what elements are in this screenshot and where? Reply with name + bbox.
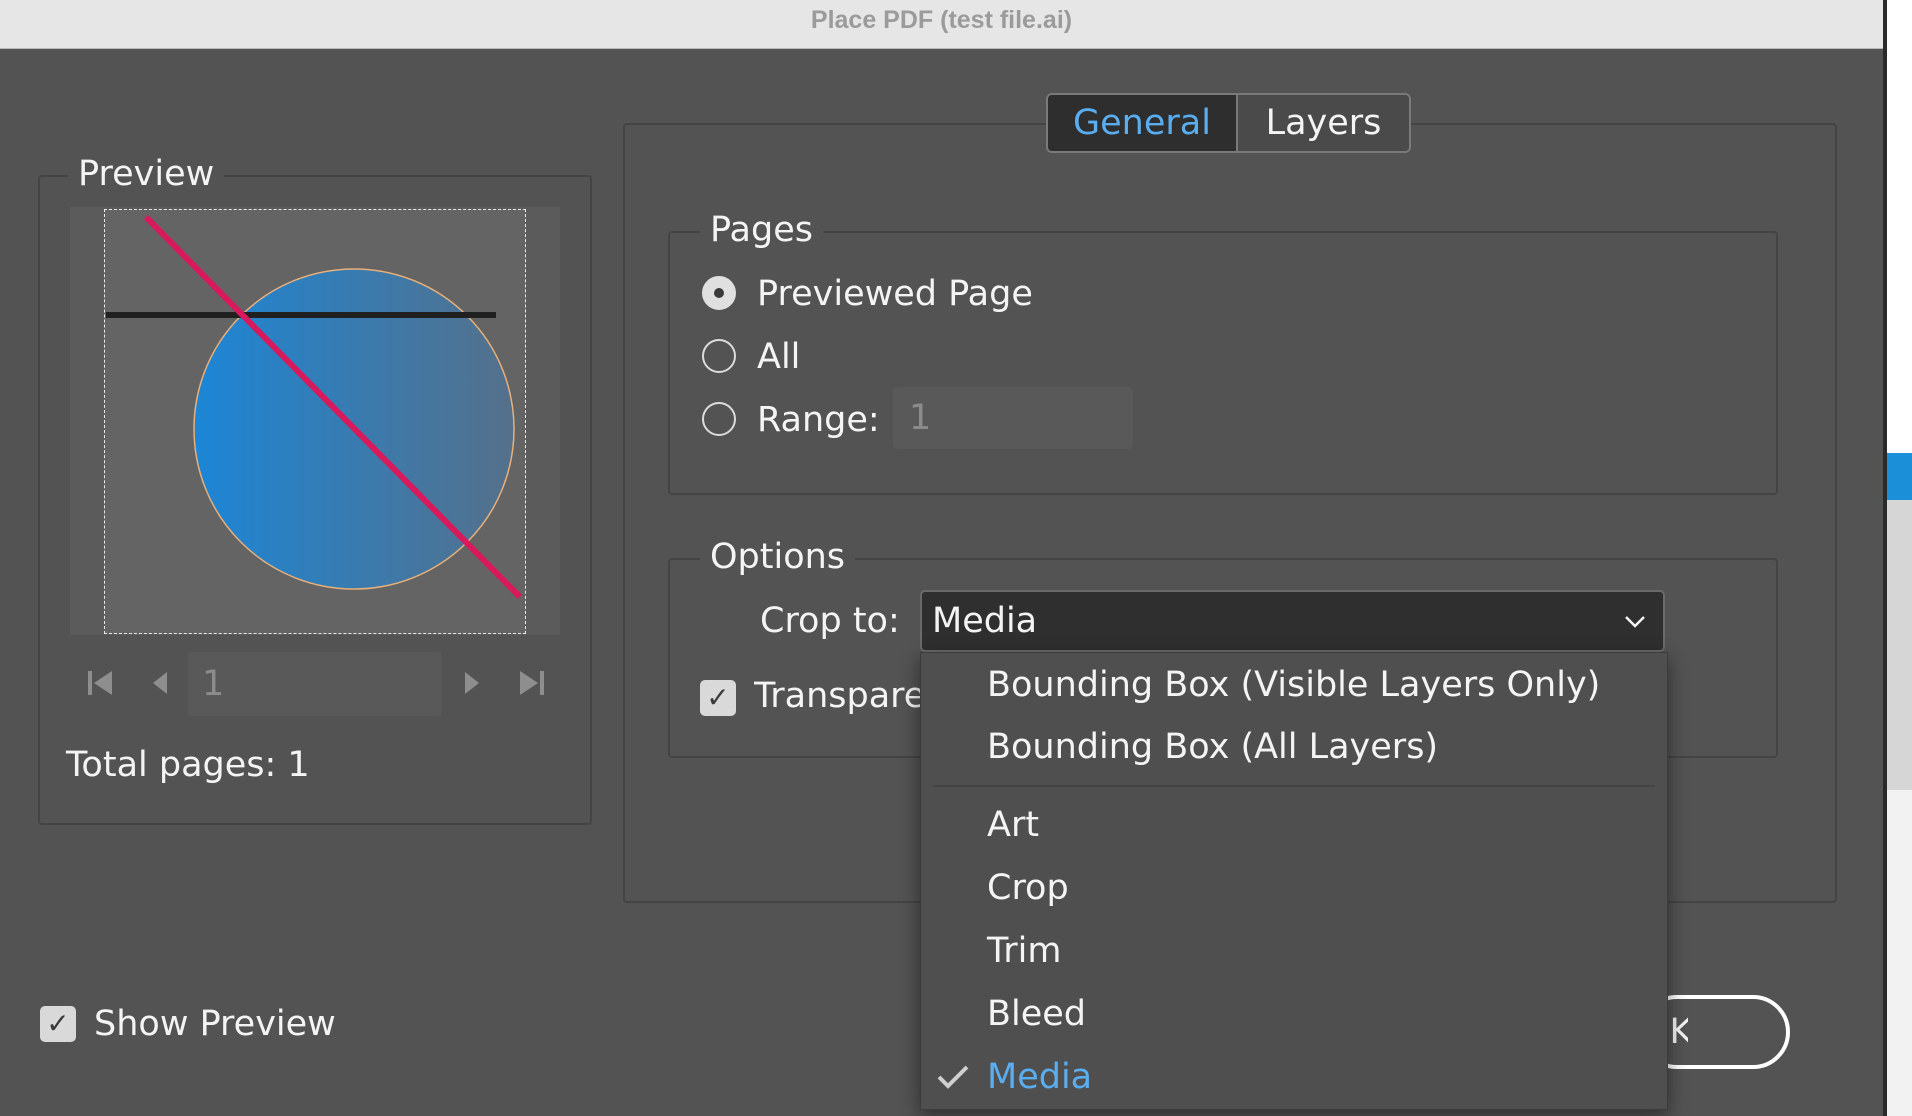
pages-group-label: Pages xyxy=(700,210,823,250)
menu-item-crop[interactable]: Crop xyxy=(987,866,1069,910)
transparent-background-checkbox[interactable]: ✓ xyxy=(700,680,736,716)
background-window-panel xyxy=(1887,500,1912,790)
menu-item-bounding-box-all[interactable]: Bounding Box (All Layers) xyxy=(987,725,1438,769)
window-title: Place PDF (test file.ai) xyxy=(810,6,1073,34)
radio-range-label: Range: xyxy=(757,400,880,440)
first-page-icon[interactable] xyxy=(86,668,114,705)
background-window-panel xyxy=(1887,790,1912,1116)
background-window-panel xyxy=(1887,0,1912,453)
menu-separator xyxy=(933,785,1655,787)
transparent-background-label-clip: Transparent Background xyxy=(754,676,920,722)
last-page-icon[interactable] xyxy=(518,668,546,705)
transparent-background-label: Transparent Background xyxy=(754,676,920,716)
total-pages-label: Total pages: 1 xyxy=(66,745,310,785)
ok-button-label: OK xyxy=(1668,1012,1688,1052)
menu-item-bounding-box-visible[interactable]: Bounding Box (Visible Layers Only) xyxy=(987,663,1600,707)
menu-item-media[interactable]: Media xyxy=(987,1055,1092,1099)
radio-previewed-page-label: Previewed Page xyxy=(757,274,1033,314)
page-number-field[interactable]: 1 xyxy=(188,652,442,716)
range-input[interactable]: 1 xyxy=(893,387,1133,449)
next-page-icon[interactable] xyxy=(462,668,482,705)
show-preview-label: Show Preview xyxy=(94,1004,336,1044)
menu-item-bleed[interactable]: Bleed xyxy=(987,992,1086,1036)
tab-layers[interactable]: Layers xyxy=(1238,95,1409,151)
crop-to-label: Crop to: xyxy=(760,601,900,641)
radio-all[interactable] xyxy=(702,339,736,373)
preview-artwork xyxy=(106,214,523,600)
show-preview-checkbox[interactable]: ✓ xyxy=(40,1006,76,1042)
radio-range[interactable] xyxy=(702,402,736,436)
radio-all-label: All xyxy=(757,337,801,377)
previous-page-icon[interactable] xyxy=(150,668,170,705)
pages-group xyxy=(668,231,1778,495)
tab-bar: General Layers xyxy=(1046,93,1411,153)
ok-button-label-clip: OK xyxy=(1668,1007,1688,1057)
options-group-label: Options xyxy=(700,537,856,577)
crop-to-select[interactable]: Media xyxy=(920,590,1665,652)
menu-item-art[interactable]: Art xyxy=(987,803,1039,847)
checkmark-icon xyxy=(935,1055,971,1110)
menu-item-trim[interactable]: Trim xyxy=(987,929,1061,973)
preview-group-label: Preview xyxy=(68,154,225,194)
crop-to-dropdown-menu: Bounding Box (Visible Layers Only) Bound… xyxy=(920,652,1668,1110)
tab-general[interactable]: General xyxy=(1048,95,1238,151)
background-window-accent xyxy=(1887,453,1912,500)
radio-previewed-page[interactable] xyxy=(702,276,736,310)
crop-to-value: Media xyxy=(932,601,1038,641)
